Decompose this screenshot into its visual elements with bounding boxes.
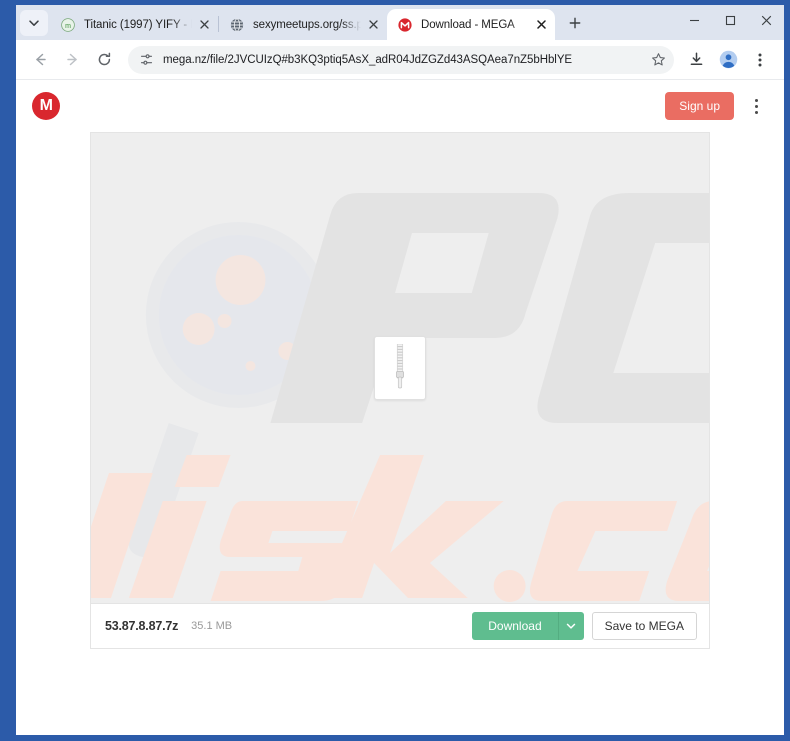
download-options-button[interactable] <box>557 612 584 640</box>
file-size: 35.1 MB <box>191 620 233 632</box>
maximize-icon <box>725 15 735 25</box>
maximize-button[interactable] <box>712 5 748 35</box>
forward-arrow-icon <box>66 53 77 66</box>
reload-button[interactable] <box>90 46 118 74</box>
url-text: mega.nz/file/2JVCUIzQ#b3KQ3ptiq5AsX_adR0… <box>163 53 573 66</box>
kebab-dot <box>754 104 758 108</box>
tab-title: Download - MEGA <box>421 18 515 31</box>
minimize-icon <box>689 19 699 21</box>
svg-text:m: m <box>65 23 71 30</box>
save-to-mega-button[interactable]: Save to MEGA <box>591 612 697 640</box>
forward-button[interactable] <box>58 46 86 74</box>
close-window-button[interactable] <box>748 5 784 35</box>
yify-favicon: m <box>60 17 76 33</box>
close-icon <box>199 20 209 29</box>
tab-titanic[interactable]: m Titanic (1997) YIFY - Download <box>50 9 218 40</box>
browser-toolbar: mega.nz/file/2JVCUIzQ#b3KQ3ptiq5AsX_adR0… <box>16 40 784 80</box>
file-card: 53.87.8.87.7z 35.1 MB Download Save to M… <box>90 132 710 649</box>
file-card-wrapper: 53.87.8.87.7z 35.1 MB Download Save to M… <box>16 132 784 649</box>
watermark-pc <box>270 193 709 423</box>
browser-window-inner: m Titanic (1997) YIFY - Download sexymee… <box>16 5 784 735</box>
chevron-down-icon <box>566 623 576 629</box>
tab-strip: m Titanic (1997) YIFY - Download sexymee… <box>16 5 784 40</box>
tab-close-button[interactable] <box>533 17 549 33</box>
tab-title: sexymeetups.org/ss.php <box>253 18 361 31</box>
downloads-button[interactable] <box>682 46 710 74</box>
zip-archive-icon <box>374 336 426 400</box>
sign-up-button[interactable]: Sign up <box>665 92 734 120</box>
mega-menu-button[interactable] <box>742 92 770 120</box>
kebab-menu-icon <box>758 53 762 66</box>
mega-site-header: M Sign up <box>16 80 784 132</box>
tab-close-button[interactable] <box>365 17 381 33</box>
reload-icon <box>98 52 110 66</box>
profile-avatar-icon <box>719 50 737 69</box>
tab-sexymeetups[interactable]: sexymeetups.org/ss.php <box>219 9 387 40</box>
new-tab-button[interactable] <box>561 9 589 37</box>
file-preview-area <box>90 132 710 603</box>
address-bar[interactable]: mega.nz/file/2JVCUIzQ#b3KQ3ptiq5AsX_adR0… <box>128 45 674 74</box>
watermark-magnifier <box>128 222 332 558</box>
download-button[interactable]: Download <box>472 612 558 640</box>
mega-page: M Sign up 53.87.8.87.7z 35.1 MB Download… <box>16 80 784 734</box>
download-button-group: Download <box>472 612 584 640</box>
plus-icon <box>569 17 581 29</box>
close-icon <box>761 15 771 25</box>
profile-button[interactable] <box>714 46 742 74</box>
mega-logo-letter: M <box>39 97 53 114</box>
close-icon <box>536 20 546 29</box>
globe-favicon <box>229 17 245 33</box>
file-name: 53.87.8.87.7z <box>105 619 179 633</box>
window-controls <box>676 5 784 35</box>
star-icon <box>651 53 665 66</box>
tab-download-mega[interactable]: Download - MEGA <box>387 9 555 40</box>
back-button[interactable] <box>26 46 54 74</box>
browser-window: m Titanic (1997) YIFY - Download sexymee… <box>0 0 790 741</box>
chevron-down-icon <box>29 20 39 26</box>
tab-title: Titanic (1997) YIFY - Download <box>84 18 192 31</box>
close-icon <box>368 20 378 29</box>
tab-search-button[interactable] <box>20 10 48 36</box>
kebab-dot <box>754 110 758 114</box>
download-tray-icon <box>690 52 702 65</box>
bookmark-star-button[interactable] <box>648 50 668 70</box>
browser-menu-button[interactable] <box>746 46 774 74</box>
mega-logo[interactable]: M <box>32 92 60 120</box>
watermark-risk-com <box>91 455 709 602</box>
back-arrow-icon <box>35 53 46 66</box>
kebab-dot <box>754 98 758 102</box>
tab-close-button[interactable] <box>196 17 212 33</box>
file-info-bar: 53.87.8.87.7z 35.1 MB Download Save to M… <box>90 603 710 649</box>
mega-favicon <box>397 17 413 33</box>
minimize-button[interactable] <box>676 5 712 35</box>
zipper-glyph <box>396 344 404 389</box>
site-settings-icon[interactable] <box>138 52 154 68</box>
